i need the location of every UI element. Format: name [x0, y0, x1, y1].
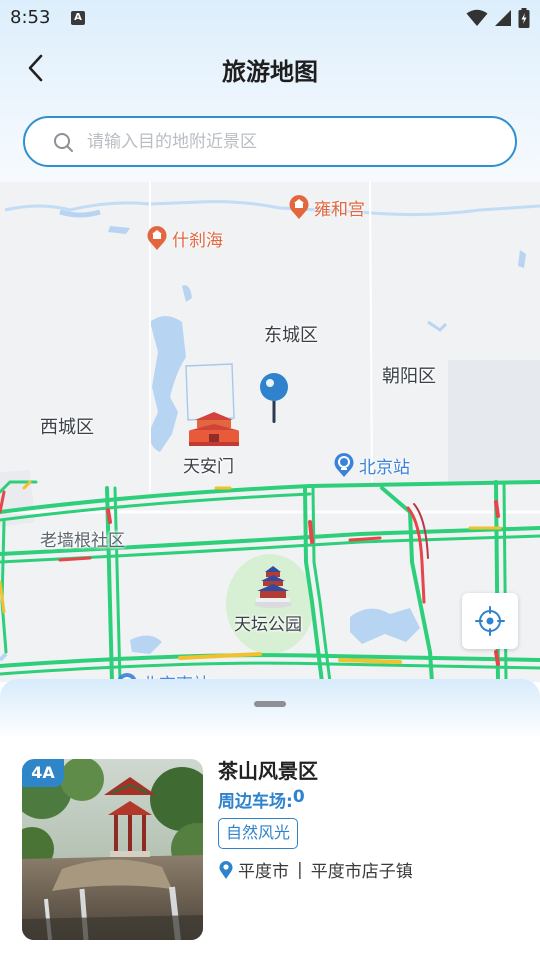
- cellular-signal-icon: [495, 10, 511, 26]
- location-info: 平度市 | 平度市店子镇: [218, 857, 413, 882]
- separator: |: [297, 859, 303, 880]
- search-icon: [54, 133, 73, 152]
- scenic-spot-name: 茶山风景区: [218, 759, 318, 783]
- community-label: 老墙根社区: [40, 531, 125, 551]
- temple-of-heaven-icon: [254, 566, 292, 608]
- temple-pin-icon: [289, 195, 309, 219]
- category-tag: 自然风光: [218, 818, 299, 849]
- landmark-temple-of-heaven[interactable]: 天坛公园: [234, 564, 302, 635]
- landmark-label: 天安门: [183, 457, 234, 477]
- poi-shichahai[interactable]: 什刹海: [146, 225, 223, 251]
- crosshair-icon: [475, 606, 505, 636]
- current-location-marker-icon: [260, 373, 288, 423]
- bottom-sheet: 4A 茶山风景区 周边车场: 0 自然风光 平度市 | 平度市店子镇: [0, 679, 540, 960]
- poi-label: 雍和宫: [314, 199, 365, 220]
- scenic-spot-card[interactable]: 4A 茶山风景区 周边车场: 0 自然风光 平度市 | 平度市店子镇: [22, 759, 522, 941]
- wifi-icon: [466, 9, 488, 26]
- locate-me-button[interactable]: [462, 593, 518, 649]
- address: 平度市店子镇: [310, 862, 413, 882]
- app-header: 旅游地图: [0, 42, 540, 94]
- map-view[interactable]: 雍和宫 什刹海 北京站 东城区 朝阳区 西城区 老墙根社区 天安门 天坛公园: [0, 182, 540, 682]
- poi-label: 什刹海: [172, 230, 223, 251]
- poi-label: 北京站: [359, 457, 410, 478]
- district-label: 东城区: [264, 325, 318, 346]
- status-time: 8:53: [10, 7, 51, 28]
- status-bar: 8:53 A: [0, 0, 540, 36]
- page-title: 旅游地图: [222, 58, 318, 86]
- status-icons: [466, 6, 530, 30]
- train-station-pin-icon: [334, 453, 354, 477]
- city: 平度市: [238, 862, 289, 882]
- scenic-spot-photo: 4A: [22, 759, 203, 940]
- landmark-label: 天坛公园: [234, 615, 302, 635]
- poi-yonghegong[interactable]: 雍和宫: [288, 194, 365, 220]
- location-pin-icon: [219, 860, 233, 879]
- district-label: 西城区: [40, 417, 94, 438]
- battery-icon: [518, 8, 530, 28]
- landmark-tiananmen[interactable]: 天安门: [183, 410, 241, 477]
- search-input[interactable]: [87, 128, 497, 156]
- parking-label: 周边车场:: [218, 792, 293, 812]
- parking-count: 0: [292, 787, 305, 807]
- temple-pin-icon: [147, 226, 167, 250]
- notification-icon: A: [71, 11, 85, 25]
- district-label: 朝阳区: [382, 366, 436, 387]
- tiananmen-icon: [189, 412, 239, 446]
- search-bar[interactable]: [23, 116, 517, 167]
- rating-level-badge: 4A: [22, 759, 64, 787]
- drag-handle[interactable]: [254, 701, 286, 707]
- poi-beijing-station[interactable]: 北京站: [333, 452, 410, 478]
- nearby-parking: 周边车场: 0: [218, 787, 305, 812]
- sheet-header: [0, 679, 540, 739]
